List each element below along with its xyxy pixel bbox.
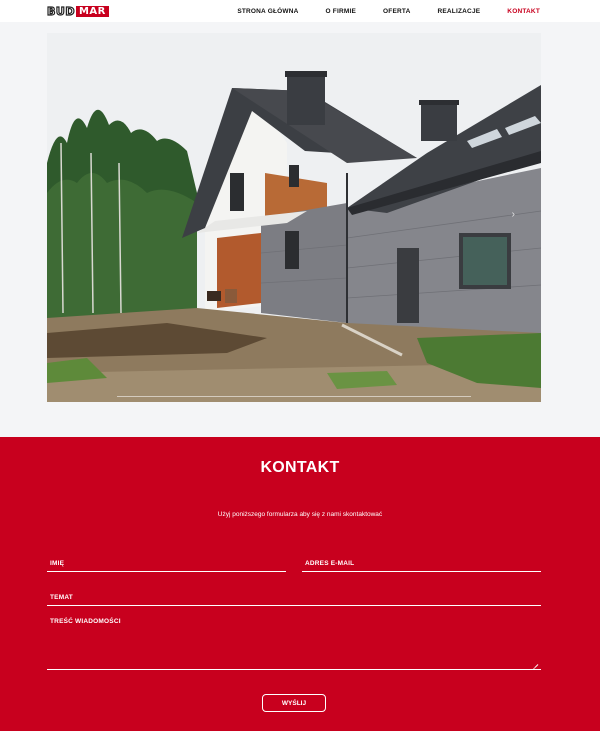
slider-progress bbox=[47, 396, 541, 398]
nav-item-home[interactable]: STRONA GŁÓWNA bbox=[237, 8, 298, 15]
name-field-label: IMIĘ bbox=[50, 560, 65, 567]
nav-item-offer[interactable]: OFERTA bbox=[383, 8, 410, 15]
email-field[interactable]: ADRES E-MAIL bbox=[302, 555, 541, 572]
logo-text-mar: MAR bbox=[75, 6, 109, 17]
contact-subtitle: Użyj poniższego formularza aby się z nam… bbox=[217, 511, 383, 518]
nav-item-projects[interactable]: REALIZACJE bbox=[437, 8, 480, 15]
subject-field-label: TEMAT bbox=[50, 594, 73, 601]
nav-item-about[interactable]: O FIRMIE bbox=[326, 8, 357, 15]
email-field-label: ADRES E-MAIL bbox=[305, 560, 355, 567]
subject-field[interactable]: TEMAT bbox=[47, 588, 541, 606]
contact-section: KONTAKT Użyj poniższego formularza aby s… bbox=[0, 437, 600, 731]
logo-text-bud: BUD bbox=[46, 5, 75, 18]
nav-item-contact[interactable]: KONTAKT bbox=[507, 8, 540, 15]
house-photo bbox=[47, 33, 541, 402]
resize-handle-icon[interactable] bbox=[532, 659, 538, 665]
message-field-label: TREŚĆ WIADOMOŚCI bbox=[50, 618, 121, 625]
name-field[interactable]: IMIĘ bbox=[47, 555, 286, 572]
contact-title: KONTAKT bbox=[260, 459, 340, 476]
slider-next-icon[interactable]: › bbox=[512, 209, 515, 220]
send-button[interactable]: WYŚLIJ bbox=[262, 694, 326, 712]
hero-slider[interactable]: › bbox=[47, 33, 541, 402]
budmar-logo[interactable]: BUD MAR bbox=[46, 5, 109, 18]
site-header: BUD MAR STRONA GŁÓWNA O FIRMIE OFERTA RE… bbox=[0, 0, 600, 22]
message-field[interactable]: TREŚĆ WIADOMOŚCI bbox=[47, 615, 541, 670]
main-nav: STRONA GŁÓWNA O FIRMIE OFERTA REALIZACJE… bbox=[210, 0, 540, 22]
